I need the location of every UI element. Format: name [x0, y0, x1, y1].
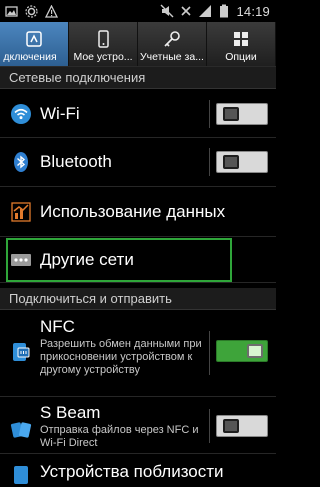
data-usage-label: Использование данных: [40, 202, 226, 221]
status-bar: 14:19: [0, 0, 276, 22]
divider: [209, 409, 210, 443]
mute-icon: [179, 4, 193, 18]
settings-notification-icon: [24, 4, 38, 18]
phone-icon: [98, 30, 109, 48]
data-usage-row[interactable]: Использование данных: [0, 187, 276, 237]
bluetooth-label: Bluetooth: [40, 152, 112, 171]
divider: [209, 331, 210, 375]
nearby-devices-row[interactable]: Устройства поблизости: [0, 454, 276, 487]
warning-icon: [44, 4, 58, 18]
tab-label: Мое устро...: [73, 51, 133, 63]
bluetooth-toggle[interactable]: [216, 151, 268, 173]
sbeam-icon: [10, 422, 32, 438]
grid-icon: [234, 32, 248, 46]
nfc-row[interactable]: NFC Разрешить обмен данными при прикосно…: [0, 311, 276, 397]
signal-icon: [198, 4, 212, 18]
highlight-box: [6, 238, 232, 282]
bluetooth-icon: [14, 152, 28, 172]
wifi-toggle[interactable]: [216, 103, 268, 125]
tab-label: Учетные за...: [140, 51, 204, 63]
divider: [209, 100, 210, 128]
wifi-icon: [11, 104, 31, 124]
wifi-label: Wi-Fi: [40, 104, 80, 123]
silent-mode-icon: [160, 4, 174, 18]
sbeam-row[interactable]: S Beam Отправка файлов через NFC и Wi-Fi…: [0, 397, 276, 454]
bluetooth-row[interactable]: Bluetooth: [0, 138, 276, 187]
gallery-icon: [4, 4, 18, 18]
nfc-toggle[interactable]: [216, 340, 268, 362]
divider: [209, 148, 210, 176]
nfc-icon: [13, 343, 30, 361]
clock: 14:19: [236, 3, 270, 19]
nearby-devices-label: Устройства поблизости: [40, 462, 224, 481]
key-icon: [164, 31, 180, 47]
sbeam-description: Отправка файлов через NFC и Wi-Fi Direct: [40, 424, 199, 449]
data-usage-icon: [11, 202, 31, 222]
sbeam-label: S Beam: [40, 403, 101, 422]
connections-icon: [26, 31, 42, 47]
tab-accounts[interactable]: Учетные за...: [138, 22, 207, 66]
tab-my-device[interactable]: Мое устро...: [69, 22, 138, 66]
nfc-label: NFC: [40, 317, 75, 336]
wifi-row[interactable]: Wi-Fi: [0, 90, 276, 138]
tab-label: дключения: [3, 51, 57, 63]
tab-label: Опции: [225, 51, 257, 63]
sbeam-toggle[interactable]: [216, 415, 268, 437]
nfc-description: Разрешить обмен данными при прикосновени…: [40, 338, 202, 376]
battery-icon: [217, 4, 231, 18]
section-header-connect-share: Подключиться и отправить: [0, 288, 276, 310]
nearby-devices-icon: [14, 466, 28, 484]
section-header-network: Сетевые подключения: [0, 67, 276, 89]
tab-options[interactable]: Опции: [207, 22, 276, 66]
settings-tabbar: дключения Мое устро... Учетные за... Опц…: [0, 22, 276, 68]
tab-connections[interactable]: дключения: [0, 22, 69, 66]
